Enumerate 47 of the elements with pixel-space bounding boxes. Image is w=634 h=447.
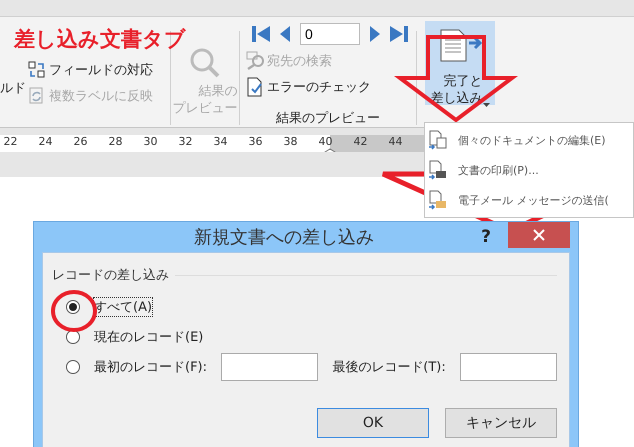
group-label: レコードの差し込み [52,267,169,284]
ruler-number: 22 [2,136,18,148]
next-record-icon[interactable] [368,24,382,44]
ruler-number: 26 [72,136,88,148]
radio-label: 最初のレコード(F): [94,359,208,376]
menu-item[interactable]: 文書の印刷(P)... [425,155,633,185]
menu-item[interactable]: 個々のドキュメントの編集(E) [425,125,633,155]
ruler-number: 24 [38,136,54,148]
close-icon [533,229,545,241]
ok-button[interactable]: OK [317,408,429,438]
cancel-button[interactable]: キャンセル [445,408,557,438]
document-check-icon [246,77,264,97]
annotation-circle [51,290,97,332]
ruler-number: 40 [318,136,334,148]
envelope-icon [428,190,448,210]
menu-item[interactable]: 電子メール メッセージの送信( [425,185,633,215]
last-record-icon[interactable] [390,24,408,44]
ruler-number: 38 [282,136,298,148]
field-label: 最後のレコード(T): [332,359,446,376]
radio-label: 現在のレコード(E) [94,329,204,346]
ribbon-label: ルド [0,80,27,97]
match-fields-button[interactable]: フィールドの対応 [28,61,153,79]
record-number-field[interactable]: 0 [300,23,360,45]
ruler-number: 34 [212,136,228,148]
close-button[interactable] [508,222,570,248]
radio-button[interactable] [66,360,80,374]
ruler-number: 44 [388,136,404,148]
ruler-number: 36 [248,136,264,148]
fields-icon [28,61,46,79]
documents-icon [428,130,448,150]
ruler-number: 28 [108,136,124,148]
radio-button[interactable] [66,300,80,314]
check-errors-button[interactable]: エラーのチェック [246,77,410,97]
input-field[interactable] [221,353,318,381]
printer-icon [428,160,448,180]
ruler-number: 32 [178,136,194,148]
dialog-title: 新規文書への差し込み [193,226,375,249]
first-record-icon[interactable] [252,24,270,44]
search-icon [246,51,264,71]
previous-record-icon[interactable] [278,24,292,44]
help-button[interactable]: ? [474,227,498,247]
magnifier-icon [189,47,221,79]
caret-icon [483,103,490,107]
ruler-number: 42 [352,136,368,148]
ruler-number: 30 [142,136,158,148]
input-field[interactable] [460,353,557,381]
group-label: 結果のプレビュー [275,110,381,127]
